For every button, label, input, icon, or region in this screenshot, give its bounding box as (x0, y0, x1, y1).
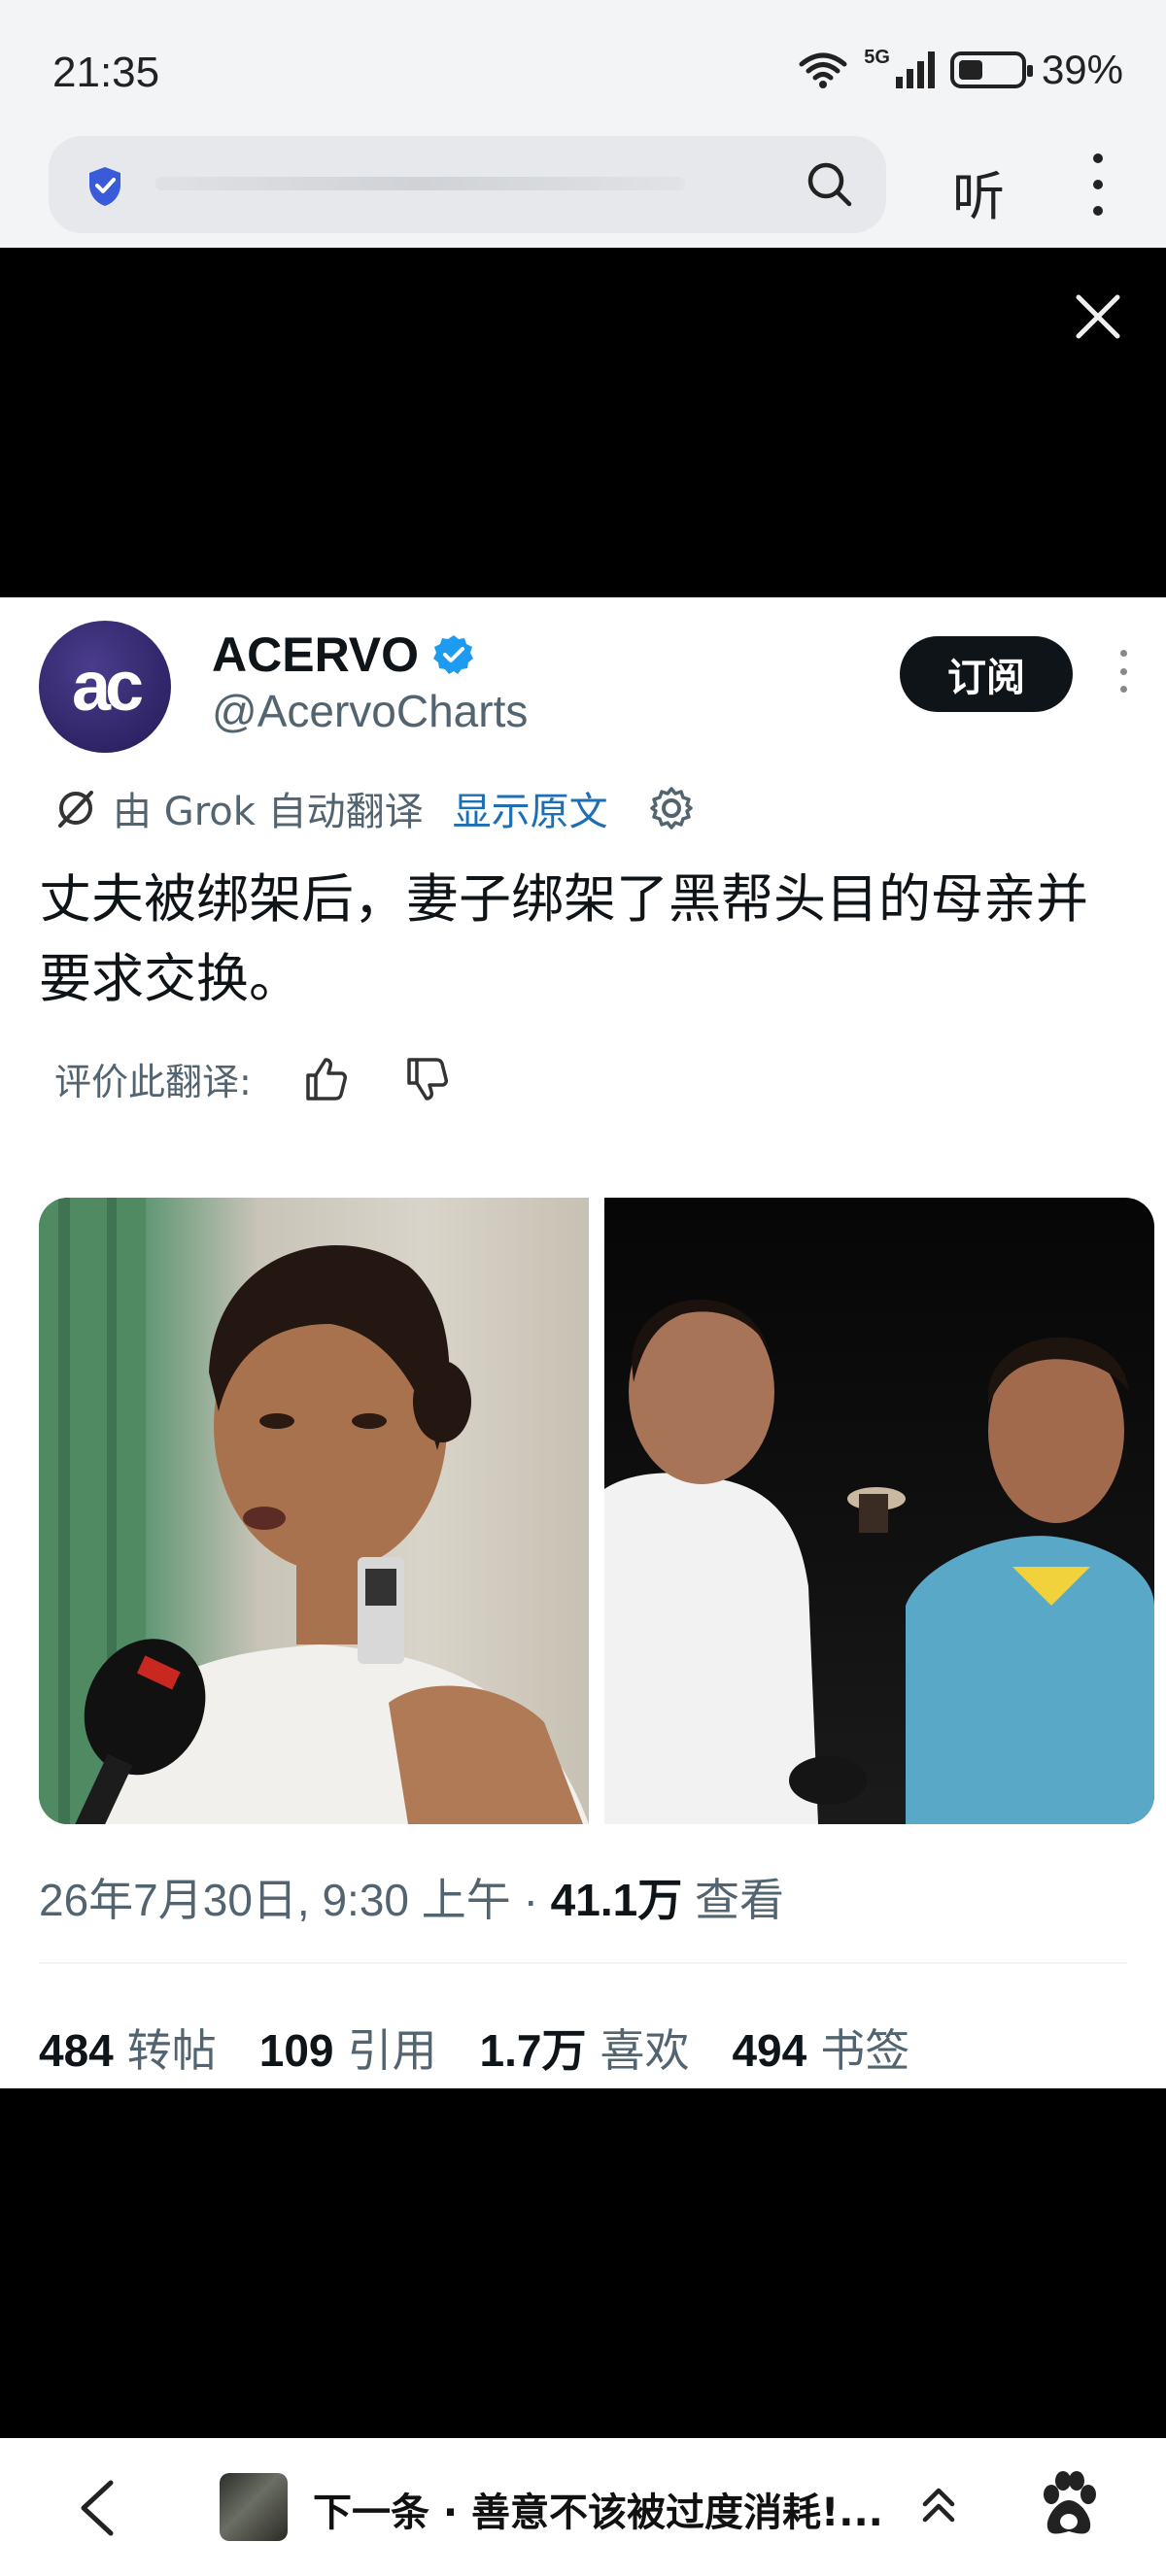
display-name-text: ACERVO (212, 627, 420, 682)
more-menu-icon[interactable] (1088, 153, 1108, 216)
stat-label: 引用 (347, 2024, 437, 2077)
handle[interactable]: @AcervoCharts (212, 685, 528, 737)
signal-icon (895, 51, 935, 88)
status-icons: 5G 39% (798, 47, 1123, 93)
avatar[interactable]: ac (39, 621, 171, 753)
tweet-text: 丈夫被绑架后，妻子绑架了黑帮头目的母亲并要求交换。 (39, 868, 1088, 1009)
wifi-icon (799, 52, 847, 88)
tweet-date: 26年7月30日, 9:30 上午 · (39, 1875, 551, 1925)
tweet-media[interactable] (39, 1198, 1154, 1824)
views-label: 查看 (682, 1875, 784, 1925)
stat-label: 喜欢 (600, 2024, 690, 2077)
photo-couple-night[interactable] (604, 1198, 1154, 1824)
battery-percent: 39% (1041, 47, 1123, 92)
media-viewer-bottom (0, 2088, 1166, 2438)
engagement-stats: 484 转帖 109 引用 1.7万 喜欢 494 书签 (39, 2016, 909, 2080)
thumbs-up-icon[interactable] (300, 1054, 351, 1104)
gear-icon[interactable] (647, 784, 696, 832)
avatar-logo-text: ac (71, 648, 144, 726)
address-bar[interactable] (49, 136, 886, 233)
display-name[interactable]: ACERVO (212, 627, 475, 683)
stat-count: 494 (732, 2025, 807, 2076)
baidu-paw-icon[interactable] (1038, 2471, 1100, 2539)
browser-toolbar: 听 (0, 136, 1166, 248)
stat-quotes[interactable]: 109 引用 (259, 2016, 437, 2080)
stat-likes[interactable]: 1.7万 喜欢 (480, 2016, 690, 2080)
photo-right-illustration (604, 1299, 1154, 1824)
status-bar: 21:35 5G 39% (0, 0, 1166, 136)
translated-by-label: 由 Grok 自动翻译 (113, 790, 424, 834)
photo-woman-interview[interactable] (39, 1198, 589, 1824)
views-count: 41.1万 (550, 1875, 683, 1925)
stat-label: 转帖 (126, 2024, 217, 2077)
rate-translation-row: 评价此翻译: (54, 1052, 452, 1105)
tweet-more-icon[interactable] (1117, 650, 1129, 693)
battery-icon (949, 51, 1033, 88)
subscribe-button[interactable]: 订阅 (900, 636, 1073, 712)
next-article-title[interactable]: 下一条 · 善意不该被过度消耗!... (313, 2481, 883, 2537)
stat-count: 484 (39, 2025, 114, 2076)
url-text (155, 177, 685, 190)
stat-count: 109 (258, 2025, 334, 2076)
back-arrow-icon[interactable] (74, 2477, 119, 2539)
stat-bookmarks[interactable]: 494 书签 (732, 2016, 909, 2080)
close-icon[interactable] (1069, 288, 1127, 346)
tweet-card: ac ACERVO @AcervoCharts 订阅 由 Grok 自动翻译 显… (0, 597, 1166, 2088)
chevron-up-icon[interactable] (919, 2483, 958, 2527)
rate-translation-label: 评价此翻译: (54, 1061, 252, 1103)
divider (39, 1962, 1127, 1964)
shield-icon (89, 167, 120, 206)
bottom-navigation: 下一条 · 善意不该被过度消耗!... (0, 2438, 1166, 2576)
search-icon[interactable] (803, 157, 857, 212)
translation-row: 由 Grok 自动翻译 显示原文 (52, 780, 696, 836)
stat-label: 书签 (820, 2024, 910, 2077)
media-viewer-top (0, 248, 1166, 597)
show-original-link[interactable]: 显示原文 (453, 780, 608, 836)
listen-button[interactable]: 听 (952, 153, 1005, 230)
status-time: 21:35 (52, 49, 160, 96)
stat-reposts[interactable]: 484 转帖 (39, 2016, 217, 2080)
network-type: 5G (864, 47, 890, 68)
tweet-timestamp-views: 26年7月30日, 9:30 上午 · 41.1万 查看 (39, 1865, 784, 1929)
grok-icon (58, 791, 93, 828)
photo-left-illustration (39, 1198, 589, 1824)
verified-badge-icon (433, 635, 474, 674)
next-article-thumbnail[interactable] (220, 2473, 288, 2541)
thumbs-down-icon[interactable] (401, 1054, 452, 1104)
stat-count: 1.7万 (479, 2025, 587, 2076)
